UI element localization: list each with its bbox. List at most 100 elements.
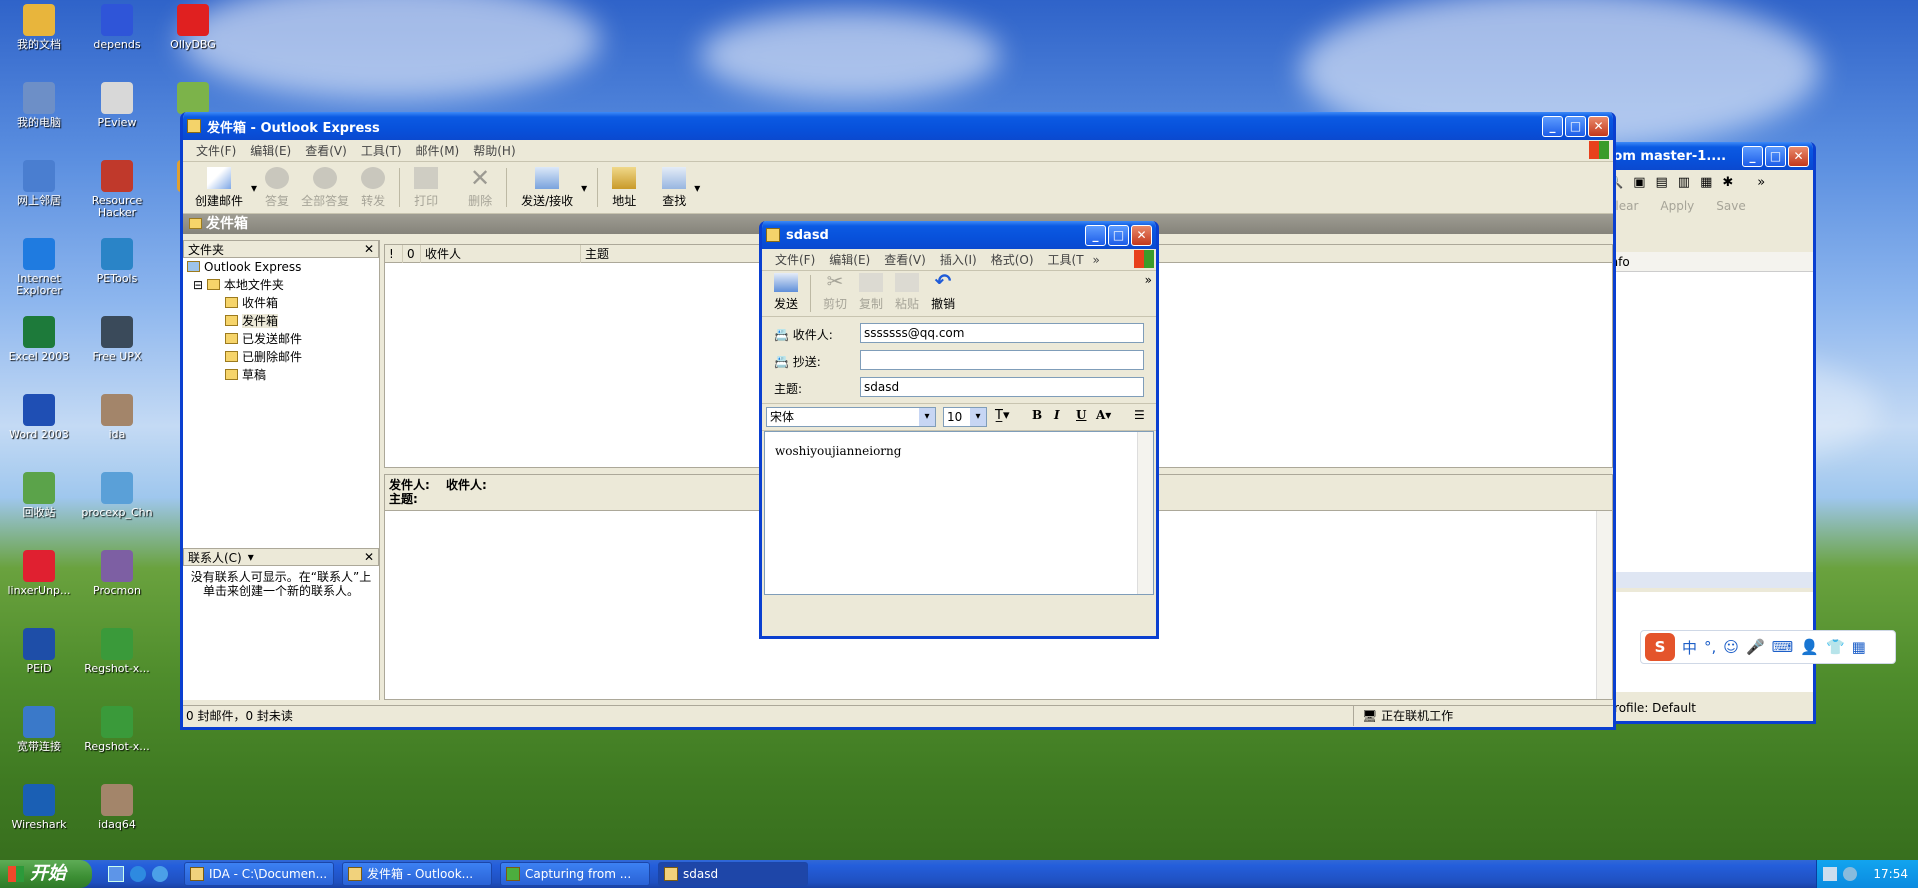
skin-icon[interactable]: 👕 — [1826, 638, 1845, 656]
microphone-icon[interactable]: 🎤 — [1746, 638, 1765, 656]
menu-overflow-icon[interactable]: » — [1091, 253, 1102, 267]
close-button[interactable]: ✕ — [1131, 224, 1152, 246]
quick-launch-desktop-icon[interactable] — [108, 866, 124, 882]
start-button[interactable]: 开始 — [0, 860, 92, 888]
more-icon[interactable]: » — [1757, 175, 1765, 190]
emoji-icon[interactable]: ☺ — [1723, 638, 1739, 656]
horizontal-scrollbar[interactable] — [1603, 572, 1813, 588]
priority-column[interactable]: ! — [385, 245, 403, 263]
contacts-dropdown-icon[interactable]: ▾ — [242, 550, 364, 564]
desktop-icon[interactable]: linxerUnp... — [0, 550, 78, 597]
desktop-icon[interactable]: Regshot-x... — [78, 706, 156, 753]
reply-all-button[interactable]: 全部答复 — [295, 162, 355, 213]
menu-tools[interactable]: 工具(T) — [354, 142, 409, 159]
save-button[interactable]: Save — [1716, 199, 1745, 213]
to-field[interactable]: sssssss@qq.com — [860, 323, 1144, 343]
task-wireshark[interactable]: Capturing from ... — [500, 862, 650, 886]
tree-item-inbox[interactable]: 收件箱 — [187, 294, 375, 312]
minimize-button[interactable]: _ — [1742, 145, 1763, 167]
minimize-button[interactable]: _ — [1542, 115, 1563, 137]
tree-item-outlook-express[interactable]: Outlook Express — [187, 258, 375, 276]
desktop-icon[interactable]: OllyDBG — [154, 4, 232, 51]
desktop-icon[interactable]: 网上邻居 — [0, 160, 78, 207]
task-outlook[interactable]: 发件箱 - Outlook... — [342, 862, 492, 886]
to-label[interactable]: 📇 收件人: — [774, 326, 833, 343]
grid-icon[interactable]: ▦ — [1852, 638, 1866, 656]
desktop-icon[interactable]: Free UPX — [78, 316, 156, 363]
menu-help[interactable]: 帮助(H) — [466, 142, 522, 159]
attachment-column[interactable]: 0 — [403, 245, 421, 263]
desktop-icon[interactable]: Procmon — [78, 550, 156, 597]
keyboard-icon[interactable]: ⌨ — [1772, 638, 1794, 656]
underline-icon[interactable]: U — [1076, 408, 1086, 422]
toolbar-icon[interactable]: ▤ — [1655, 175, 1667, 190]
tray-icon[interactable] — [1843, 867, 1857, 881]
desktop-icon[interactable]: PETools — [78, 238, 156, 285]
task-compose[interactable]: sdasd — [658, 862, 808, 886]
cc-field[interactable] — [860, 350, 1144, 370]
message-body-text[interactable]: woshiyoujianneiorng — [765, 432, 1153, 470]
tools-icon[interactable]: ✱ — [1722, 175, 1733, 190]
close-button[interactable]: ✕ — [1788, 145, 1809, 167]
bold-icon[interactable]: B — [1032, 408, 1042, 422]
desktop-icon[interactable]: Regshot-x... — [78, 628, 156, 675]
desktop-icon[interactable]: 回收站 — [0, 472, 78, 519]
to-column[interactable]: 收件人 — [421, 245, 581, 263]
send-receive-button[interactable]: 发送/接收 — [515, 162, 579, 213]
contacts-title[interactable]: 联系人(C) — [188, 549, 242, 566]
create-mail-dropdown[interactable]: ▾ — [249, 162, 259, 213]
tree-item-outbox[interactable]: 发件箱 — [187, 312, 375, 330]
desktop-icon[interactable]: ida — [78, 394, 156, 441]
italic-icon[interactable]: I — [1054, 408, 1060, 422]
message-body[interactable]: woshiyoujianneiorng — [764, 431, 1154, 595]
menu-edit[interactable]: 编辑(E) — [243, 142, 298, 159]
toolbar-icon[interactable]: ▣ — [1633, 175, 1645, 190]
menu-view[interactable]: 查看(V) — [877, 251, 933, 268]
delete-button[interactable]: ✕ 删除 — [462, 162, 498, 213]
find-dropdown[interactable]: ▾ — [692, 162, 702, 213]
paste-button[interactable]: 粘贴 — [889, 271, 925, 316]
font-size-select[interactable]: 10 ▾ — [943, 407, 987, 427]
close-button[interactable]: ✕ — [1588, 115, 1609, 137]
send-button[interactable]: 发送 — [768, 271, 804, 316]
toolbar-overflow-icon[interactable]: » — [1145, 273, 1152, 287]
create-mail-button[interactable]: 创建邮件 — [189, 162, 249, 213]
quick-launch-ie-icon[interactable] — [130, 866, 146, 882]
menu-edit[interactable]: 编辑(E) — [822, 251, 877, 268]
find-button[interactable]: 查找 — [656, 162, 692, 213]
tray-icon[interactable] — [1823, 867, 1837, 881]
menu-file[interactable]: 文件(F) — [768, 251, 822, 268]
cc-label[interactable]: 📇 抄送: — [774, 353, 821, 370]
menu-file[interactable]: 文件(F) — [189, 142, 243, 159]
reply-button[interactable]: 答复 — [259, 162, 295, 213]
paragraph-style-icon[interactable]: T̲▾ — [995, 408, 1009, 423]
menu-format[interactable]: 格式(O) — [984, 251, 1041, 268]
info-column-header[interactable]: Info — [1603, 252, 1813, 272]
task-ida[interactable]: IDA - C:\Documen... — [184, 862, 334, 886]
print-button[interactable]: 打印 — [408, 162, 444, 213]
menu-tools[interactable]: 工具(T — [1041, 251, 1091, 268]
forward-button[interactable]: 转发 — [355, 162, 391, 213]
desktop-icon[interactable]: Word 2003 — [0, 394, 78, 441]
clock[interactable]: 17:54 — [1873, 867, 1908, 881]
compose-window[interactable]: sdasd _ □ ✕ 文件(F) 编辑(E) 查看(V) 插入(I) 格式(O… — [759, 221, 1159, 639]
body-scrollbar[interactable] — [1137, 432, 1153, 594]
send-receive-dropdown[interactable]: ▾ — [579, 162, 589, 213]
preview-scrollbar[interactable] — [1596, 511, 1612, 699]
desktop-icon[interactable]: PEiD — [0, 628, 78, 675]
tree-item-drafts[interactable]: 草稿 — [187, 366, 375, 384]
close-pane-icon[interactable]: ✕ — [364, 242, 374, 256]
list-icon[interactable]: ☰ — [1134, 408, 1145, 422]
cut-button[interactable]: ✂ 剪切 — [817, 270, 853, 316]
menu-message[interactable]: 邮件(M) — [409, 142, 467, 159]
desktop-icon[interactable]: 我的文档 — [0, 4, 78, 51]
maximize-button[interactable]: □ — [1765, 145, 1786, 167]
menu-insert[interactable]: 插入(I) — [933, 251, 984, 268]
ime-punct-label[interactable]: °, — [1704, 638, 1716, 656]
desktop-icon[interactable]: Resource Hacker — [78, 160, 156, 219]
font-color-icon[interactable]: A▾ — [1096, 408, 1111, 422]
desktop-icon[interactable]: depends — [78, 4, 156, 51]
menu-view[interactable]: 查看(V) — [298, 142, 354, 159]
desktop-icon[interactable]: 宽带连接 — [0, 706, 78, 753]
desktop-icon[interactable]: procexp_Chn — [78, 472, 156, 519]
